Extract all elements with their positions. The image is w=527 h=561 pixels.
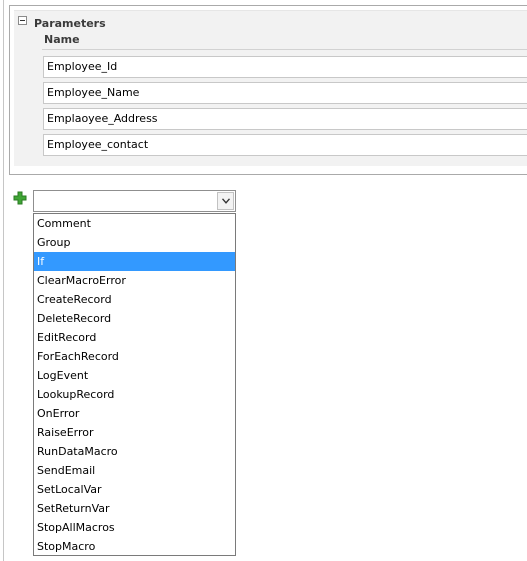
dropdown-item-deleterecord[interactable]: DeleteRecord <box>34 309 235 328</box>
parameters-panel: Parameters Name Employee_Id Employee_Nam… <box>14 10 527 166</box>
dropdown-item-rundatamacro[interactable]: RunDataMacro <box>34 442 235 461</box>
dropdown-item-setlocalvar[interactable]: SetLocalVar <box>34 480 235 499</box>
collapse-icon[interactable] <box>18 16 27 25</box>
dropdown-item-editrecord[interactable]: EditRecord <box>34 328 235 347</box>
parameter-name-field[interactable]: Employee_Name <box>43 82 527 104</box>
dropdown-item-logevent[interactable]: LogEvent <box>34 366 235 385</box>
new-action-combobox[interactable] <box>33 190 236 212</box>
left-border <box>3 0 4 561</box>
green-plus-icon[interactable] <box>13 191 27 205</box>
dropdown-item-stopallmacros[interactable]: StopAllMacros <box>34 518 235 537</box>
name-column-header: Name <box>44 33 80 46</box>
dropdown-item-if[interactable]: If <box>34 252 235 271</box>
dropdown-item-setreturnvar[interactable]: SetReturnVar <box>34 499 235 518</box>
action-dropdown-list: Comment Group If ClearMacroError CreateRecor… <box>33 213 236 556</box>
chevron-down-icon <box>222 198 230 204</box>
dropdown-item-onerror[interactable]: OnError <box>34 404 235 423</box>
dropdown-item-lookuprecord[interactable]: LookupRecord <box>34 385 235 404</box>
dropdown-item-sendemail[interactable]: SendEmail <box>34 461 235 480</box>
dropdown-item-comment[interactable]: Comment <box>34 214 235 233</box>
parameter-name-field[interactable]: Employee_Id <box>43 56 527 78</box>
parameters-title: Parameters <box>34 17 106 30</box>
dropdown-item-group[interactable]: Group <box>34 233 235 252</box>
header-divider <box>42 49 527 50</box>
parameter-name-field[interactable]: Emplaoyee_Address <box>43 108 527 130</box>
dropdown-button[interactable] <box>217 192 234 210</box>
dropdown-item-stopmacro[interactable]: StopMacro <box>34 537 235 556</box>
dropdown-item-createrecord[interactable]: CreateRecord <box>34 290 235 309</box>
dropdown-item-raiseerror[interactable]: RaiseError <box>34 423 235 442</box>
dropdown-item-clearmacroerror[interactable]: ClearMacroError <box>34 271 235 290</box>
dropdown-item-foreachrecord[interactable]: ForEachRecord <box>34 347 235 366</box>
parameter-name-field[interactable]: Employee_contact <box>43 134 527 156</box>
